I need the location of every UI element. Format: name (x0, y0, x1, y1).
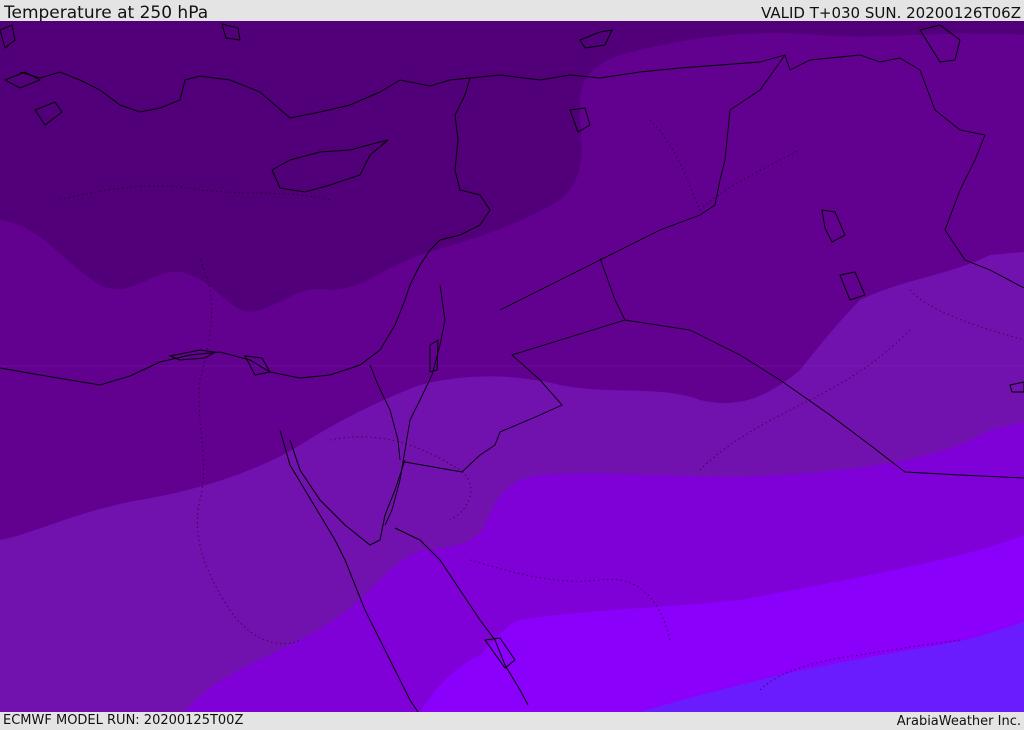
temperature-map[interactable] (0, 21, 1024, 712)
valid-time: VALID T+030 SUN. 20200126T06Z (761, 4, 1021, 22)
model-run: ECMWF MODEL RUN: 20200125T00Z (3, 713, 244, 728)
footer-bar: ECMWF MODEL RUN: 20200125T00Z ArabiaWeat… (0, 712, 1024, 729)
credit: ArabiaWeather Inc. (896, 714, 1021, 729)
header-bar: Temperature at 250 hPa VALID T+030 SUN. … (0, 0, 1024, 23)
map-title: Temperature at 250 hPa (4, 3, 209, 23)
